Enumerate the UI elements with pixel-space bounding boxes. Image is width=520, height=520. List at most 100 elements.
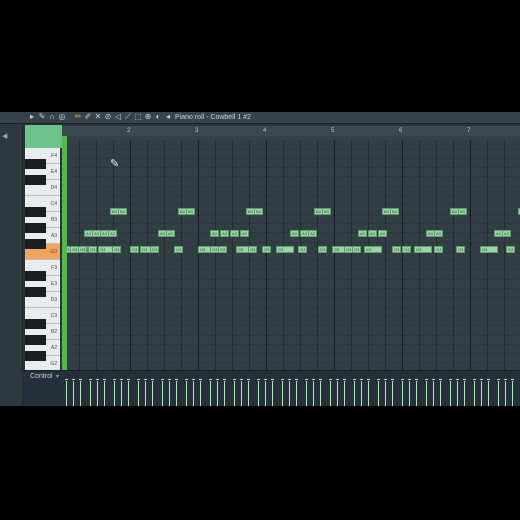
note[interactable]: G3	[276, 246, 294, 253]
black-key[interactable]	[25, 319, 46, 329]
velocity-bar[interactable]	[498, 381, 499, 406]
control-label[interactable]: Control	[30, 373, 53, 380]
velocity-bar[interactable]	[145, 381, 146, 406]
note[interactable]: B3	[322, 208, 331, 215]
magnet-icon[interactable]: ∩	[48, 113, 56, 121]
velocity-bar[interactable]	[224, 381, 225, 406]
note[interactable]: A3	[502, 230, 511, 237]
note[interactable]: A3	[220, 230, 229, 237]
velocity-bar[interactable]	[97, 381, 98, 406]
record-icon[interactable]: ◎	[58, 113, 66, 121]
velocity-bar[interactable]	[90, 381, 91, 406]
velocity-bar[interactable]	[426, 381, 427, 406]
slice-tool-icon[interactable]: ⟋	[124, 113, 132, 121]
note[interactable]: G3	[434, 246, 443, 253]
note[interactable]: G3	[402, 246, 411, 253]
select-icon[interactable]: ⬚	[134, 113, 142, 121]
velocity-bar[interactable]	[392, 381, 393, 406]
velocity-bar[interactable]	[186, 381, 187, 406]
note[interactable]: A3	[358, 230, 367, 237]
velocity-bar[interactable]	[282, 381, 283, 406]
note[interactable]: G3	[150, 246, 159, 253]
note[interactable]: G3	[352, 246, 361, 253]
velocity-bar[interactable]	[457, 381, 458, 406]
arrow-icon[interactable]: ▸	[28, 113, 36, 121]
speaker-icon[interactable]: ◂	[164, 113, 172, 121]
velocity-bar[interactable]	[66, 381, 67, 406]
velocity-bar[interactable]	[402, 381, 403, 406]
note[interactable]: G3	[298, 246, 307, 253]
velocity-bar[interactable]	[464, 381, 465, 406]
note[interactable]: A3	[368, 230, 377, 237]
note[interactable]: B3	[118, 208, 127, 215]
velocity-lane[interactable]	[62, 379, 520, 406]
velocity-bar[interactable]	[512, 381, 513, 406]
brush-icon[interactable]: ✐	[84, 113, 92, 121]
note[interactable]: G3	[506, 246, 515, 253]
velocity-bar[interactable]	[306, 381, 307, 406]
velocity-bar[interactable]	[73, 381, 74, 406]
collapse-arrow-icon[interactable]: ◀	[2, 132, 7, 140]
black-key[interactable]	[25, 175, 46, 185]
note[interactable]: G3	[88, 246, 97, 253]
velocity-bar[interactable]	[193, 381, 194, 406]
velocity-bar[interactable]	[152, 381, 153, 406]
velocity-bar[interactable]	[138, 381, 139, 406]
black-key[interactable]	[25, 207, 46, 217]
delete-icon[interactable]: ✕	[94, 113, 102, 121]
velocity-bar[interactable]	[450, 381, 451, 406]
velocity-bar[interactable]	[354, 381, 355, 406]
note[interactable]: G3	[218, 246, 227, 253]
note[interactable]: G3	[392, 246, 401, 253]
chevron-down-icon[interactable]: ▾	[56, 373, 59, 380]
note[interactable]: G3	[318, 246, 327, 253]
velocity-bar[interactable]	[505, 381, 506, 406]
velocity-bar[interactable]	[241, 381, 242, 406]
wrench-icon[interactable]: ✎	[38, 113, 46, 121]
velocity-bar[interactable]	[368, 381, 369, 406]
velocity-bar[interactable]	[217, 381, 218, 406]
note[interactable]: A3	[290, 230, 299, 237]
velocity-bar[interactable]	[128, 381, 129, 406]
black-key[interactable]	[25, 271, 46, 281]
note[interactable]: A3	[378, 230, 387, 237]
piano-keyboard[interactable]: F4 E4 D4 C4 B3 A3 G3 F3 E3 D3 C3 B2 A2 G2	[25, 148, 60, 372]
velocity-bar[interactable]	[313, 381, 314, 406]
slice-icon[interactable]: ◁	[114, 113, 122, 121]
time-ruler[interactable]: 2 3 4 5 6 7	[62, 126, 520, 136]
note[interactable]: G3	[480, 246, 498, 253]
velocity-bar[interactable]	[272, 381, 273, 406]
note[interactable]: G3	[364, 246, 382, 253]
note[interactable]: B3	[390, 208, 399, 215]
note[interactable]: G3	[174, 246, 183, 253]
note[interactable]: G3	[248, 246, 257, 253]
velocity-bar[interactable]	[169, 381, 170, 406]
note[interactable]: A3	[230, 230, 239, 237]
velocity-bar[interactable]	[337, 381, 338, 406]
black-key[interactable]	[25, 239, 46, 249]
velocity-bar[interactable]	[200, 381, 201, 406]
velocity-bar[interactable]	[416, 381, 417, 406]
note[interactable]: G3	[112, 246, 121, 253]
velocity-bar[interactable]	[162, 381, 163, 406]
velocity-bar[interactable]	[289, 381, 290, 406]
velocity-bar[interactable]	[344, 381, 345, 406]
velocity-bar[interactable]	[80, 381, 81, 406]
velocity-bar[interactable]	[330, 381, 331, 406]
note[interactable]: B3	[458, 208, 467, 215]
velocity-bar[interactable]	[121, 381, 122, 406]
black-key[interactable]	[25, 335, 46, 345]
velocity-bar[interactable]	[361, 381, 362, 406]
note[interactable]: A3	[240, 230, 249, 237]
velocity-bar[interactable]	[248, 381, 249, 406]
black-key[interactable]	[25, 159, 46, 169]
note[interactable]: G3	[130, 246, 139, 253]
black-key[interactable]	[25, 351, 46, 361]
velocity-bar[interactable]	[488, 381, 489, 406]
note[interactable]: B3	[186, 208, 195, 215]
playback-icon[interactable]: ◐	[154, 113, 162, 121]
velocity-bar[interactable]	[433, 381, 434, 406]
playhead-marker[interactable]	[62, 136, 67, 406]
note[interactable]: A3	[434, 230, 443, 237]
note[interactable]: G3	[78, 246, 87, 253]
